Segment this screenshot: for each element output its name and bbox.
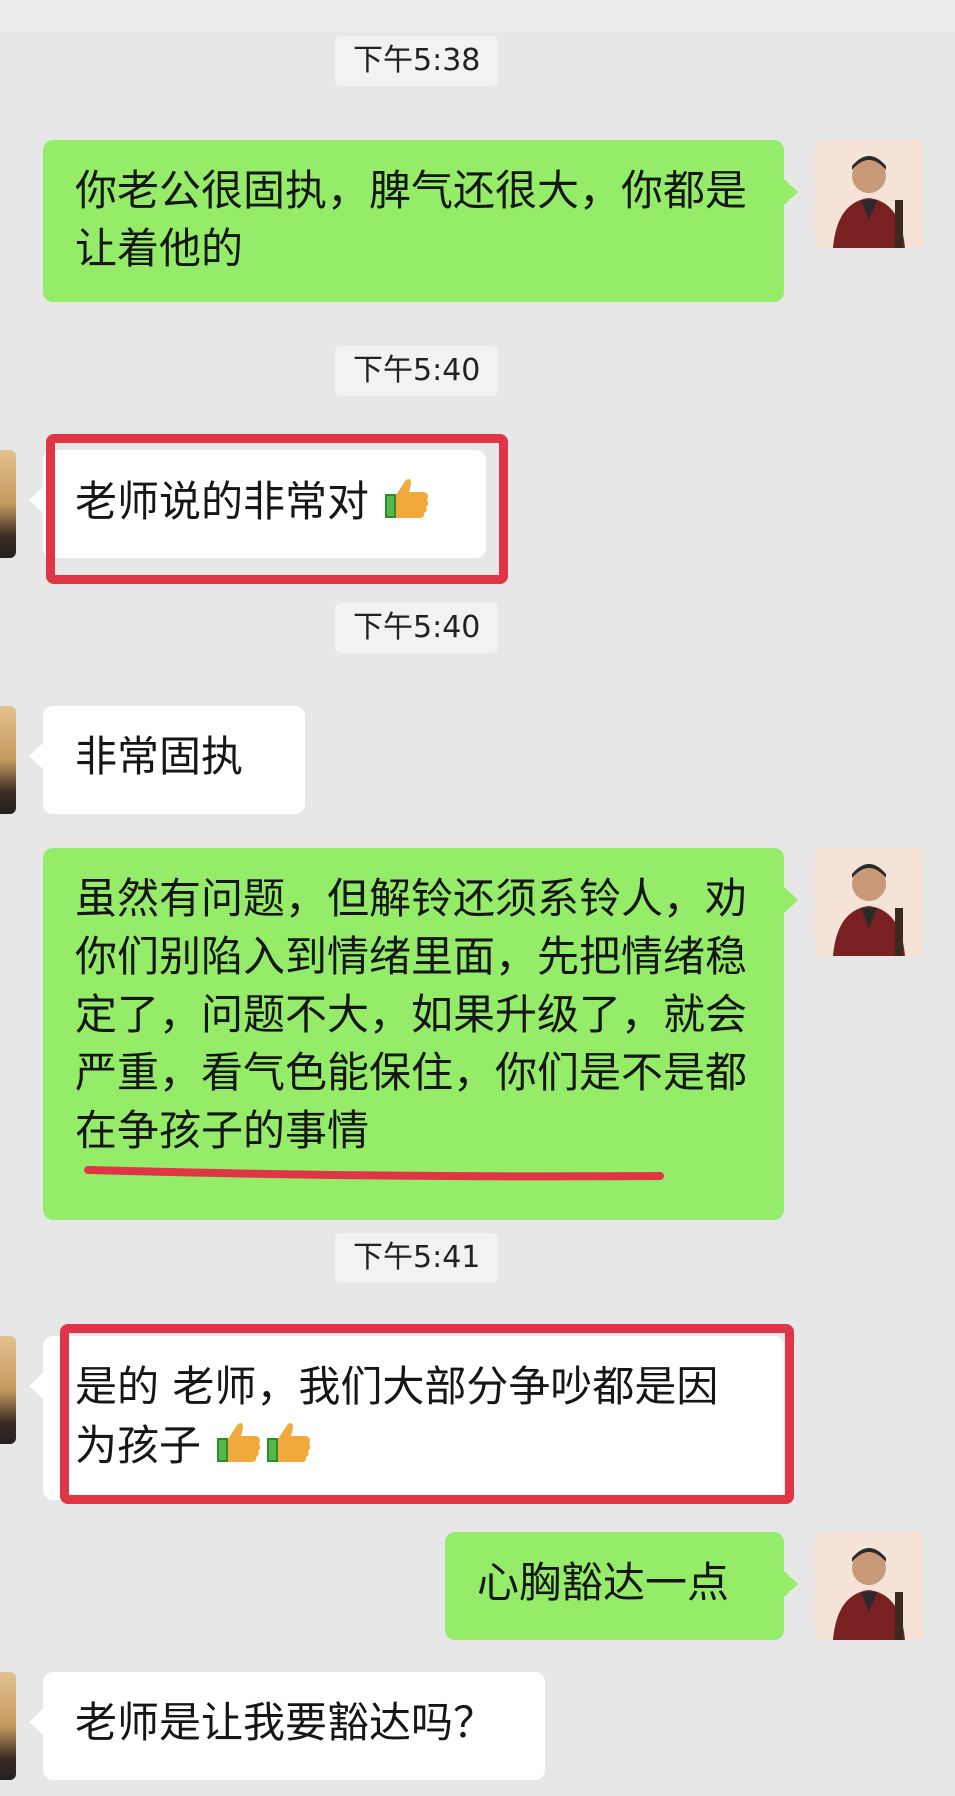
message-bubble-sent[interactable]: 心胸豁达一点 — [445, 1532, 798, 1640]
highlight-box — [60, 1324, 794, 1504]
message-bubble-received[interactable]: 老师是让我要豁达吗？ — [29, 1672, 545, 1780]
highlight-box — [46, 434, 508, 584]
red-underline — [84, 1166, 664, 1181]
message-text: 非常固执 — [75, 732, 244, 781]
avatar-contact[interactable] — [0, 1672, 16, 1780]
message-text: 老师是让我要豁达吗？ — [75, 1698, 496, 1747]
message-text: 虽然有问题，但解铃还须系铃人，劝你们别陷入到情绪里面，先把情绪稳定了，问题不大，… — [75, 874, 748, 1155]
top-status-strip — [0, 0, 955, 33]
timestamp: 下午5:40 — [335, 346, 499, 396]
message-text: 你老公很固执，脾气还很大，你都是让着他的 — [75, 166, 748, 273]
timestamp: 下午5:41 — [335, 1233, 499, 1283]
timestamp: 下午5:40 — [335, 603, 499, 653]
avatar-contact[interactable] — [0, 450, 16, 558]
avatar-contact[interactable] — [0, 1336, 16, 1444]
person-avatar-icon — [815, 1532, 923, 1640]
message-bubble-received[interactable]: 非常固执 — [29, 706, 305, 814]
timestamp: 下午5:38 — [335, 36, 499, 86]
person-avatar-icon — [815, 848, 923, 956]
message-text: 心胸豁达一点 — [477, 1558, 730, 1607]
avatar-contact[interactable] — [0, 706, 16, 814]
avatar-self[interactable] — [815, 140, 923, 248]
chat-history[interactable]: 下午5:38 你老公很固执，脾气还很大，你都是让着他的 下午5:40 老师说的非… — [0, 32, 955, 1796]
message-bubble-sent[interactable]: 你老公很固执，脾气还很大，你都是让着他的 — [43, 140, 798, 302]
avatar-self[interactable] — [815, 848, 923, 956]
person-avatar-icon — [815, 140, 923, 248]
avatar-self[interactable] — [815, 1532, 923, 1640]
